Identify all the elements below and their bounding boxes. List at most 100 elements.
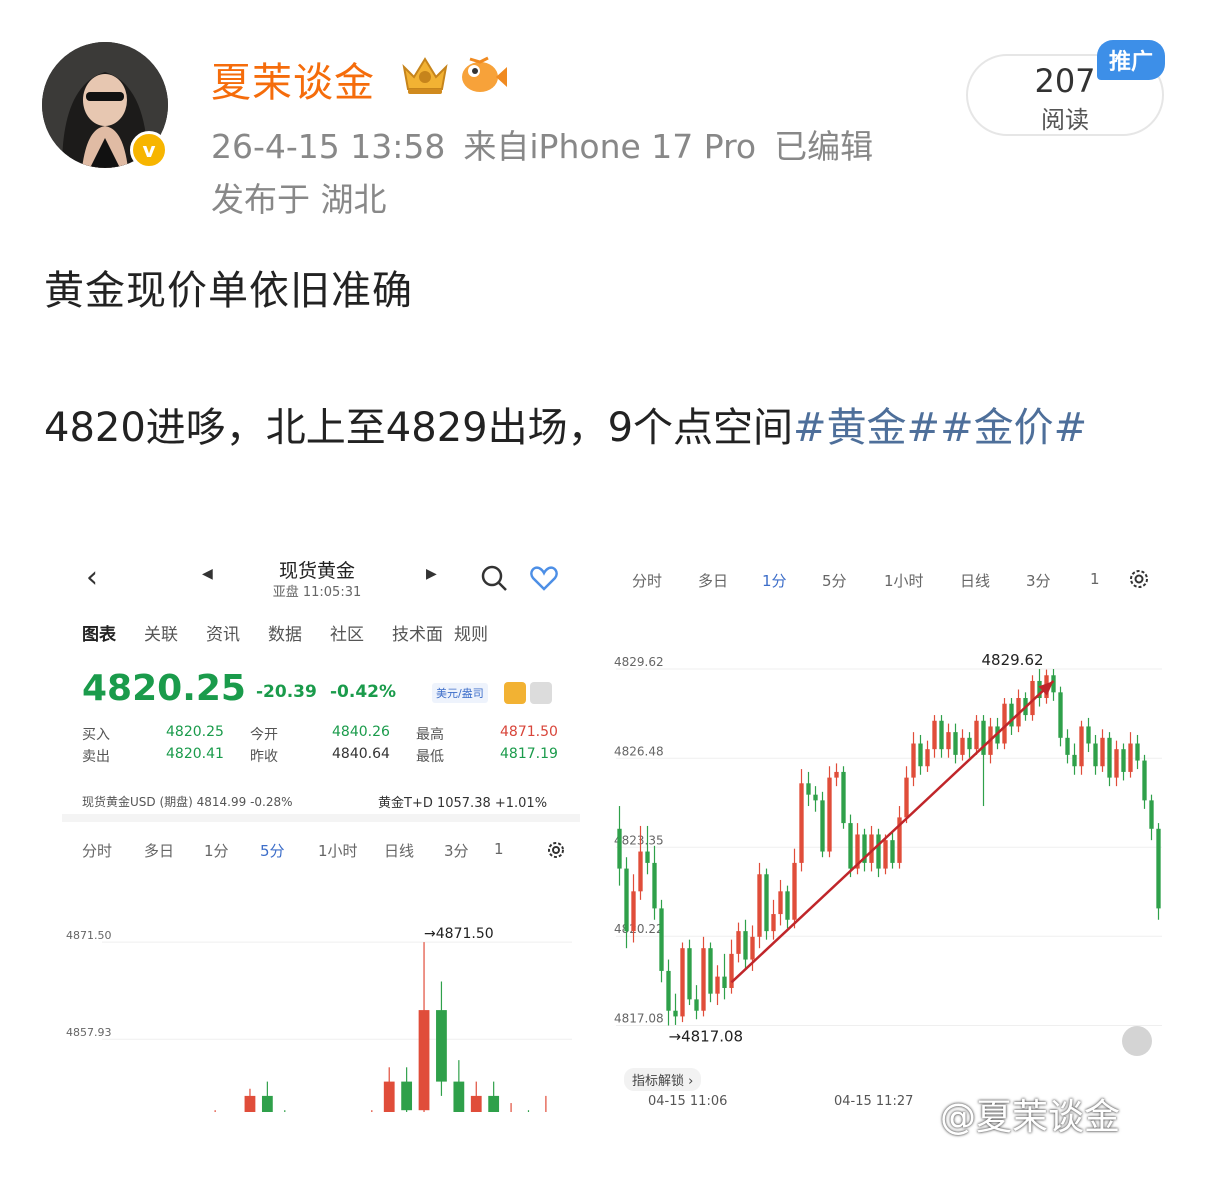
quote-tool-icons	[504, 682, 552, 704]
candle-body	[911, 743, 916, 778]
candle-body	[488, 1095, 500, 1112]
candle-body	[806, 783, 811, 795]
candle-body	[820, 800, 825, 852]
candle-body	[939, 720, 944, 750]
image-right-chart-screenshot[interactable]: 分时 多日 1分 5分 1小时 日线 3分 1 4829.62 4826.48 48…	[610, 556, 1166, 1112]
gear-icon	[548, 842, 564, 858]
candle-body	[1135, 743, 1140, 761]
related-ticker-spot: 现货黄金USD (期盘) 4814.99 -0.28%	[82, 795, 293, 809]
coin-icon	[504, 682, 526, 704]
candle-body	[946, 732, 951, 750]
candle-body	[1128, 743, 1133, 772]
candle-body	[953, 732, 958, 755]
candle-body	[960, 737, 965, 755]
price-annotation: 4829.62	[982, 651, 1044, 669]
post-meta: 26-4-15 13:58 来自iPhone 17 Pro 已编辑	[211, 120, 891, 168]
post-title: 黄金现价单依旧准确	[44, 268, 413, 314]
candle-body	[764, 874, 769, 932]
period-1: 1	[494, 840, 504, 858]
candle-body	[436, 1010, 447, 1082]
tab-related: 关联	[144, 625, 178, 645]
candle-body	[631, 891, 636, 932]
high-value: 4871.50	[500, 724, 558, 740]
candle-body	[470, 1095, 482, 1112]
period-1hour: 1小时	[884, 572, 924, 590]
sell-value: 4820.41	[166, 746, 224, 762]
hashtag-gold[interactable]: #黄金#	[793, 405, 940, 451]
hashtag-gold-price[interactable]: #金价#	[940, 405, 1087, 451]
gear-icon	[1130, 570, 1148, 588]
period-1min: 1分	[762, 572, 787, 590]
prev-triangle-icon: ◀	[202, 566, 213, 582]
next-triangle-icon: ▶	[426, 566, 437, 582]
post-body: 4820进哆，北上至4829出场，9个点空间#黄金##金价#	[44, 393, 1164, 463]
candle-body	[1002, 703, 1007, 744]
candle-body	[401, 1081, 413, 1111]
search-icon	[481, 565, 507, 591]
candle-body	[904, 777, 909, 818]
prev-close-label: 昨收	[250, 749, 278, 765]
post-timestamp: 26-4-15 13:58	[211, 127, 446, 166]
period-3min: 3分	[1026, 572, 1051, 590]
y-tick-label: 4826.48	[614, 744, 664, 758]
tab-technical: 技术面	[392, 625, 443, 645]
buy-label: 买入	[82, 727, 110, 743]
candle-body	[813, 794, 818, 801]
candle-body	[652, 862, 657, 909]
candle-body	[1072, 754, 1077, 767]
current-price: 4820.25	[82, 668, 246, 709]
candle-body	[624, 868, 629, 932]
candle-body	[967, 737, 972, 750]
post-edited-label[interactable]: 已编辑	[774, 127, 873, 166]
quote-tabs: 图表 关联 资讯 数据 社区 技术面 规则	[82, 620, 516, 645]
candle-body	[673, 1010, 678, 1017]
candle-body	[757, 874, 762, 937]
candle-body	[722, 976, 727, 988]
candle-body	[715, 976, 720, 994]
candle-body	[778, 891, 783, 915]
candle-body	[848, 823, 853, 869]
candle-body	[617, 828, 622, 869]
candle-body	[261, 1095, 273, 1112]
candle-body	[729, 953, 734, 988]
open-value: 4840.26	[332, 724, 390, 740]
candle-body	[736, 931, 741, 954]
low-value: 4817.19	[500, 746, 558, 762]
price-annotation: →4817.08	[669, 1028, 744, 1046]
trend-arrow-line	[730, 680, 1055, 984]
candle-body	[792, 862, 797, 920]
candle-body	[694, 999, 699, 1011]
period-1: 1	[1090, 570, 1100, 588]
y-tick-label: 4871.50	[66, 929, 112, 942]
candle-body	[1058, 692, 1063, 738]
promote-badge[interactable]: 推广	[1097, 40, 1165, 80]
candle-body	[750, 936, 755, 960]
time-label-start: 04-15 11:06	[648, 1094, 728, 1109]
fish-badge-icon[interactable]	[458, 53, 508, 97]
candle-body	[925, 749, 930, 767]
author-name[interactable]: 夏茉谈金	[211, 50, 375, 108]
period-timeshare: 分时	[632, 572, 663, 590]
y-tick-label: 4857.93	[66, 1026, 112, 1039]
crown-badge-icon[interactable]	[398, 53, 452, 97]
period-1hour: 1小时	[318, 842, 358, 860]
image-left-quote-screenshot[interactable]: ‹ ◀ 现货黄金 亚盘 11:05:31 ▶ 图表 关联 资讯 数据 社区 技术…	[62, 546, 580, 1112]
period-daily: 日线	[960, 572, 991, 590]
candle-body	[1093, 743, 1098, 767]
candle-body	[1065, 737, 1070, 755]
candle-body	[680, 948, 685, 1017]
heart-icon	[530, 566, 558, 591]
tab-rules: 规则	[454, 625, 488, 645]
y-tick-label: 4820.22	[614, 922, 664, 936]
period-1min: 1分	[204, 842, 229, 860]
candle-body	[974, 720, 979, 750]
session-time: 亚盘 11:05:31	[272, 585, 362, 600]
candle-body	[841, 771, 846, 824]
candle-body	[799, 783, 804, 863]
indicator-unlock-button: 指标解锁 ›	[624, 1068, 702, 1091]
candlestick-chart-5min: 4871.504857.934844.35→4871.50	[66, 926, 572, 1112]
post-body-text: 4820进哆，北上至4829出场，9个点空间	[44, 405, 794, 451]
candle-body	[1142, 760, 1147, 801]
period-5min: 5分	[260, 842, 285, 860]
candle-body	[659, 908, 664, 971]
